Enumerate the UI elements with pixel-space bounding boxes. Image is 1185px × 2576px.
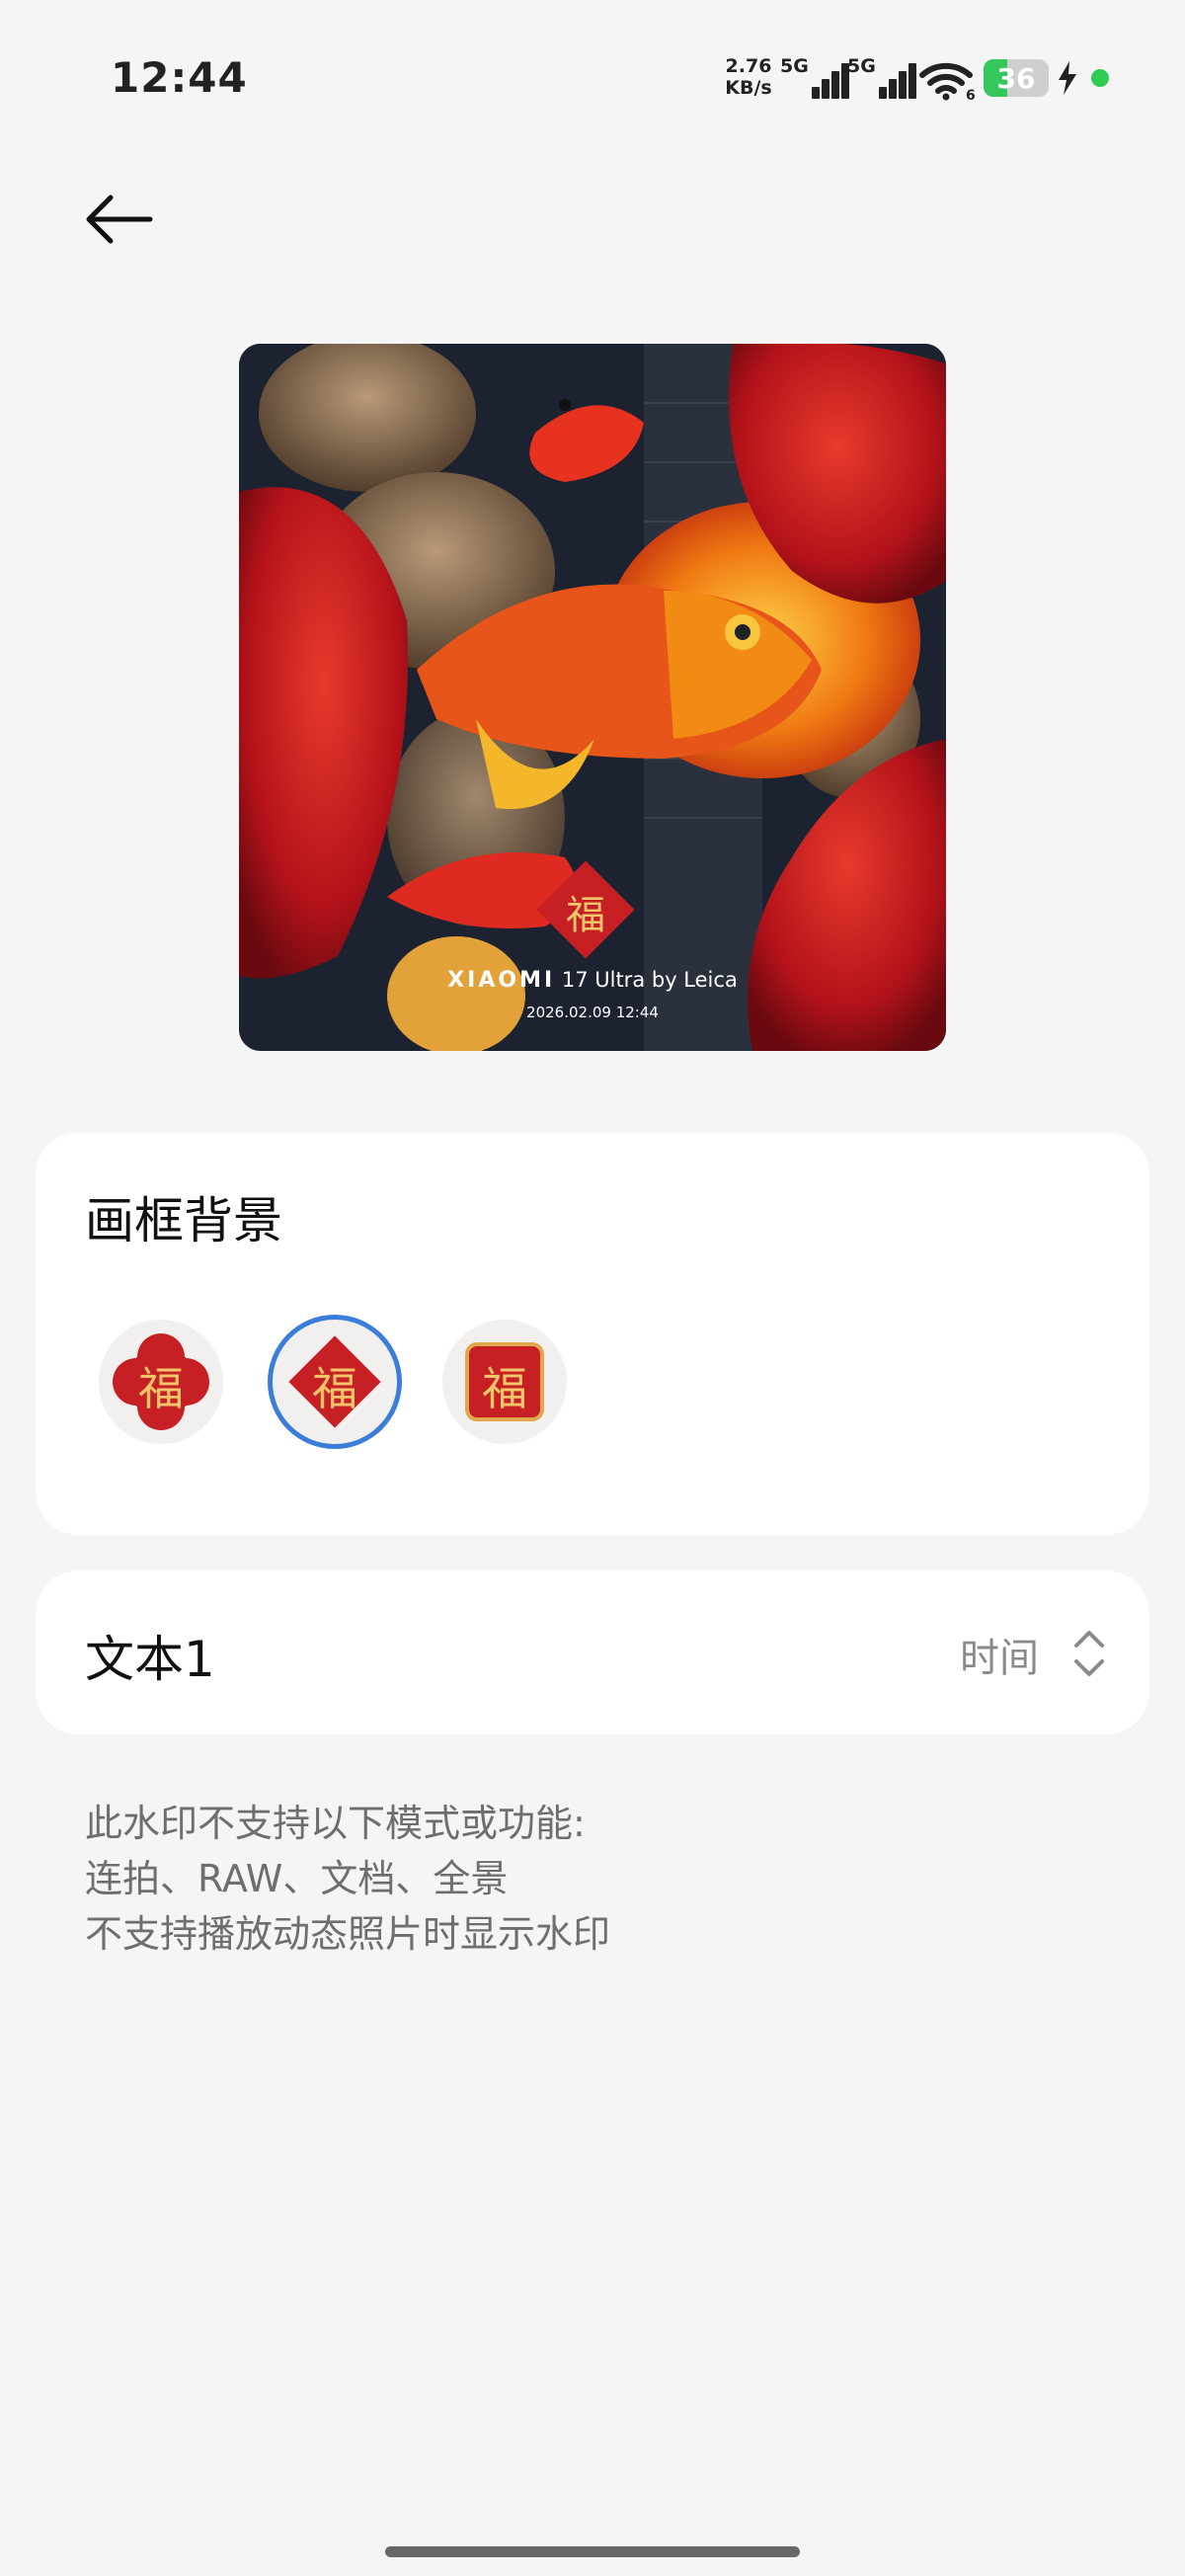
battery-icon: 36	[984, 59, 1049, 97]
status-bar: 12:44 2.76 KB/s 5G 5G 6 36	[0, 0, 1185, 158]
frame-option-square[interactable]: 福	[442, 1320, 567, 1444]
frame-option-quatrefoil[interactable]: 福	[99, 1320, 223, 1444]
watermark-notes: 此水印不支持以下模式或功能: 连拍、RAW、文档、全景 不支持播放动态照片时显示…	[85, 1796, 610, 1962]
watermark-model: 17 Ultra	[561, 968, 646, 992]
battery-level: 36	[996, 62, 1036, 95]
frame-background-title: 画框背景	[85, 1192, 282, 1249]
text1-value: 时间	[960, 1636, 1039, 1681]
fu-ornament-char: 福	[566, 893, 605, 938]
wifi-badge: 6	[966, 88, 976, 101]
frame-background-card: 画框背景 福 福 福	[36, 1132, 1149, 1535]
watermark-brand-line: XIAOMI 17 Ultra by Leica	[239, 968, 946, 993]
status-time: 12:44	[111, 53, 248, 102]
notes-line-2: 连拍、RAW、文档、全景	[85, 1857, 509, 1900]
watermark-date: 2026.02.09 12:44	[526, 1004, 659, 1021]
watermark-preview-image: 福 XIAOMI 17 Ultra by Leica 2026.02.09 12…	[239, 344, 946, 1051]
watermark-brand: XIAOMI	[447, 968, 556, 993]
back-arrow-icon	[86, 195, 153, 244]
network-speed-unit: KB/s	[725, 77, 772, 99]
text1-label: 文本1	[85, 1631, 215, 1688]
notes-line-1: 此水印不支持以下模式或功能:	[85, 1802, 586, 1845]
privacy-dot-icon	[1091, 69, 1109, 87]
back-button[interactable]	[79, 190, 158, 249]
notes-line-3: 不支持播放动态照片时显示水印	[85, 1912, 611, 1956]
network-speed-value: 2.76	[725, 55, 772, 77]
text1-setting-row[interactable]: 文本1 时间	[36, 1570, 1149, 1734]
up-down-chevron-icon[interactable]	[1072, 1628, 1106, 1679]
frame-option-char: 福	[482, 1362, 527, 1415]
wifi-icon: 6	[918, 59, 978, 105]
frame-option-char: 福	[138, 1362, 184, 1415]
frame-option-diamond[interactable]: 福	[273, 1320, 397, 1444]
home-indicator[interactable]	[385, 2546, 800, 2557]
watermark-by: by Leica	[651, 968, 738, 992]
charging-bolt-icon	[1057, 61, 1078, 99]
network-speed: 2.76 KB/s	[724, 55, 773, 99]
frame-option-char: 福	[312, 1362, 357, 1415]
